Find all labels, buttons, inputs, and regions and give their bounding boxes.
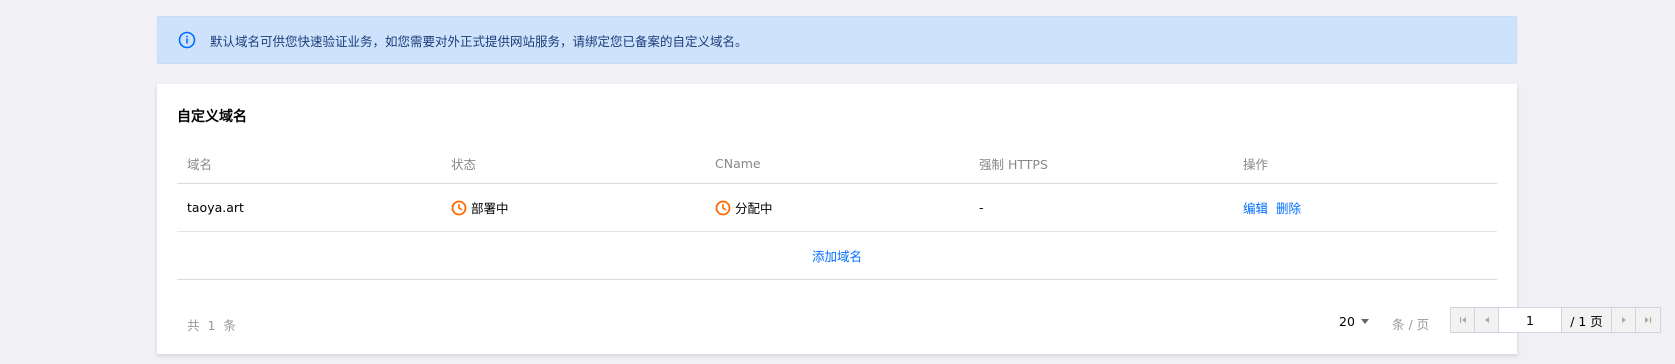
total-count: 共 1 条 [187,318,238,333]
first-page-icon [1459,317,1466,323]
column-header-status: 状态 [451,157,477,172]
per-page-label: 条 / 页 [1392,317,1430,332]
pager: / 1 页 [1450,307,1661,333]
caret-down-icon [1360,319,1369,324]
custom-domain-card: 自定义域名 域名 状态 CName 强制 HTTPS 操作 taoya.art … [157,84,1661,354]
column-header-cname: CName [715,156,761,171]
https-cell: - [979,200,984,215]
add-domain-row: 添加域名 [177,232,1497,280]
total-pages: / 1 页 [1562,308,1612,332]
clock-icon [715,200,731,216]
cname-cell: 分配中 [715,184,773,231]
next-page-button[interactable] [1612,308,1636,332]
edit-link[interactable]: 编辑 [1243,198,1268,217]
status-text: 部署中 [471,201,509,216]
info-banner-text: 默认域名可供您快速验证业务，如您需要对外正式提供网站服务，请绑定您已备案的自定义… [210,33,748,49]
column-header-https: 强制 HTTPS [979,157,1048,172]
last-page-button[interactable] [1636,308,1660,332]
info-banner: 默认域名可供您快速验证业务，如您需要对外正式提供网站服务，请绑定您已备案的自定义… [157,16,1517,64]
column-header-domain: 域名 [187,157,213,172]
page-size-select[interactable]: 20 [1339,314,1369,329]
info-icon [178,31,196,49]
table-header: 域名 状态 CName 强制 HTTPS 操作 [177,144,1497,184]
first-page-button[interactable] [1451,308,1475,332]
add-domain-link[interactable]: 添加域名 [812,246,862,265]
page-size-value: 20 [1339,314,1355,329]
last-page-icon [1645,317,1652,323]
clock-icon [451,200,467,216]
actions-cell: 编辑 删除 [1243,184,1309,231]
table-row: taoya.art 部署中 分配中 - 编辑 删除 [177,184,1497,232]
page-number-input[interactable] [1499,308,1562,332]
column-header-actions: 操作 [1243,157,1269,172]
card-title: 自定义域名 [177,109,247,125]
domain-table: 域名 状态 CName 强制 HTTPS 操作 taoya.art 部署中 分配… [177,144,1497,280]
next-page-icon [1621,317,1626,323]
pagination-bar: 共 1 条 20 条 / 页 / 1 页 [177,298,1661,344]
domain-cell: taoya.art [187,200,244,215]
status-cell: 部署中 [451,184,509,231]
delete-link[interactable]: 删除 [1276,198,1301,217]
prev-page-icon [1484,317,1489,323]
prev-page-button[interactable] [1475,308,1499,332]
cname-text: 分配中 [735,201,773,216]
